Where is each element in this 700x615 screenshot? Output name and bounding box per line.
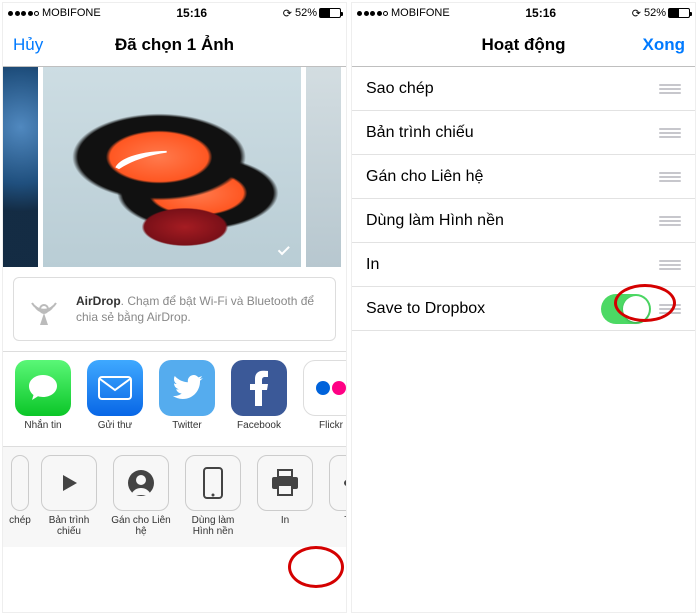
photo-strip[interactable] [3,67,346,267]
action-wallpaper[interactable]: Dùng làm Hình nền [181,455,245,537]
battery-icon [668,8,690,18]
reorder-handle-icon[interactable] [659,216,681,226]
share-flickr[interactable]: Flickr [299,360,346,442]
nav-bar: Hủy Đã chọn 1 Ảnh [3,23,346,67]
action-slideshow[interactable]: Bản trình chiếu [37,455,101,537]
rotation-lock-icon: ⟳ [632,7,641,20]
toggle-switch[interactable] [601,294,651,324]
action-copy-peek[interactable]: chép [11,455,29,537]
contact-icon [113,455,169,511]
status-bar: MOBIFONE 15:16 ⟳ 52% [352,3,695,23]
clock-label: 15:16 [101,6,283,20]
rotation-lock-icon: ⟳ [283,7,292,20]
phone-activities-list: MOBIFONE 15:16 ⟳ 52% Hoạt động Xong Sao … [351,2,696,613]
share-apps-row[interactable]: Nhắn tin Gửi thư Twitter Facebook Flickr [3,351,346,446]
play-icon [41,455,97,511]
battery-text: 52% [295,7,317,19]
carrier-label: MOBIFONE [391,7,450,19]
mail-icon [87,360,143,416]
signal-dots-icon [357,11,388,16]
row-copy[interactable]: Sao chép [352,67,695,111]
share-mail[interactable]: Gửi thư [83,360,147,442]
status-bar: MOBIFONE 15:16 ⟳ 52% [3,3,346,23]
phone-share-sheet: MOBIFONE 15:16 ⟳ 52% Hủy Đã chọn 1 Ảnh [2,2,347,613]
reorder-handle-icon[interactable] [659,260,681,270]
flickr-icon [303,360,346,416]
action-print[interactable]: In [253,455,317,537]
photo-thumb-prev[interactable] [3,67,38,267]
twitter-icon [159,360,215,416]
row-save-dropbox[interactable]: Save to Dropbox [352,287,695,331]
print-icon [257,455,313,511]
nav-bar: Hoạt động Xong [352,23,695,67]
share-facebook[interactable]: Facebook [227,360,291,442]
battery-text: 52% [644,7,666,19]
reorder-handle-icon[interactable] [659,304,681,314]
annotation-circle-icon [288,546,344,588]
more-icon [329,455,346,511]
share-twitter[interactable]: Twitter [155,360,219,442]
row-slideshow[interactable]: Bản trình chiếu [352,111,695,155]
row-assign-contact[interactable]: Gán cho Liên hệ [352,155,695,199]
airdrop-icon [24,288,64,330]
cancel-button[interactable]: Hủy [13,35,43,55]
clock-label: 15:16 [450,6,632,20]
airdrop-card[interactable]: AirDrop. Chạm để bật Wi-Fi và Bluetooth … [13,277,336,341]
messages-icon [15,360,71,416]
row-print[interactable]: In [352,243,695,287]
activities-list: Sao chép Bản trình chiếu Gán cho Liên hệ… [352,67,695,331]
actions-row[interactable]: chép Bản trình chiếu Gán cho Liên hệ Dùn… [3,446,346,547]
reorder-handle-icon[interactable] [659,172,681,182]
signal-dots-icon [8,11,39,16]
action-more[interactable]: Thêm [325,455,346,537]
photo-thumb-selected[interactable] [43,67,301,267]
nike-swoosh-icon [113,149,169,171]
photo-thumb-next[interactable] [306,67,341,267]
airdrop-text: AirDrop. Chạm để bật Wi-Fi và Bluetooth … [76,293,325,325]
share-messages[interactable]: Nhắn tin [11,360,75,442]
facebook-icon [231,360,287,416]
row-wallpaper[interactable]: Dùng làm Hình nền [352,199,695,243]
wallpaper-icon [185,455,241,511]
carrier-label: MOBIFONE [42,7,101,19]
done-button[interactable]: Xong [643,35,686,55]
nav-title: Đã chọn 1 Ảnh [3,35,346,55]
copy-icon [11,455,29,511]
reorder-handle-icon[interactable] [659,84,681,94]
battery-icon [319,8,341,18]
action-assign-contact[interactable]: Gán cho Liên hệ [109,455,173,537]
reorder-handle-icon[interactable] [659,128,681,138]
